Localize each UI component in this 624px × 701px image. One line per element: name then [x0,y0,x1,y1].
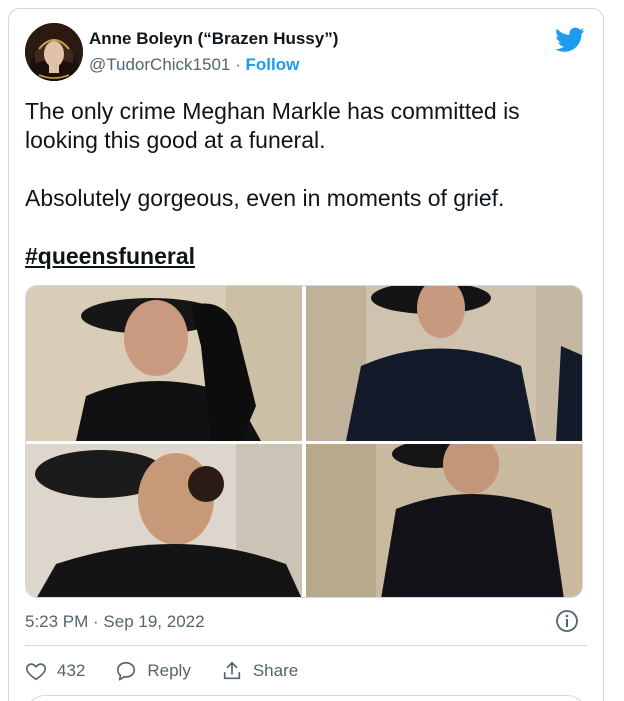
media-photo-2[interactable] [306,286,582,441]
tweet-timestamp[interactable]: 5:23 PM · Sep 19, 2022 [25,612,205,632]
avatar[interactable] [25,23,83,81]
author-handle[interactable]: @TudorChick1501 [89,55,230,74]
author-name[interactable]: Anne Boleyn (“Brazen Hussy”) [89,29,338,49]
heart-icon [25,663,47,681]
media-grid [25,285,583,598]
media-photo-1[interactable] [26,286,302,441]
reply-label: Reply [147,661,191,680]
divider [25,645,587,646]
tweet-text: The only crime Meghan Markle has committ… [25,97,585,300]
twitter-bird-icon[interactable] [555,27,585,53]
avatar-portrait [25,23,83,81]
share-label: Share [252,661,299,680]
share-icon [223,661,241,680]
action-bar: 432 Reply Share [25,657,328,685]
media-photo-3[interactable] [26,444,302,597]
follow-button[interactable]: Follow [246,55,300,74]
reply-button[interactable]: Reply [115,660,191,682]
handle-row: @TudorChick1501 · Follow [89,55,299,75]
hashtag-link[interactable]: #queensfuneral [25,243,195,269]
tweet-paragraph-1: The only crime Meghan Markle has committ… [25,98,520,153]
tweet-card: Anne Boleyn (“Brazen Hussy”) @TudorChick… [8,8,604,701]
read-replies-bar[interactable] [25,695,587,701]
handle-separator: · [235,55,241,74]
share-button[interactable]: Share [221,660,298,682]
info-icon[interactable] [555,609,579,633]
media-photo-4[interactable] [306,444,582,597]
like-button[interactable]: 432 [25,660,85,682]
tweet-paragraph-2: Absolutely gorgeous, even in moments of … [25,185,505,211]
like-count: 432 [57,661,86,680]
reply-icon [117,661,136,681]
